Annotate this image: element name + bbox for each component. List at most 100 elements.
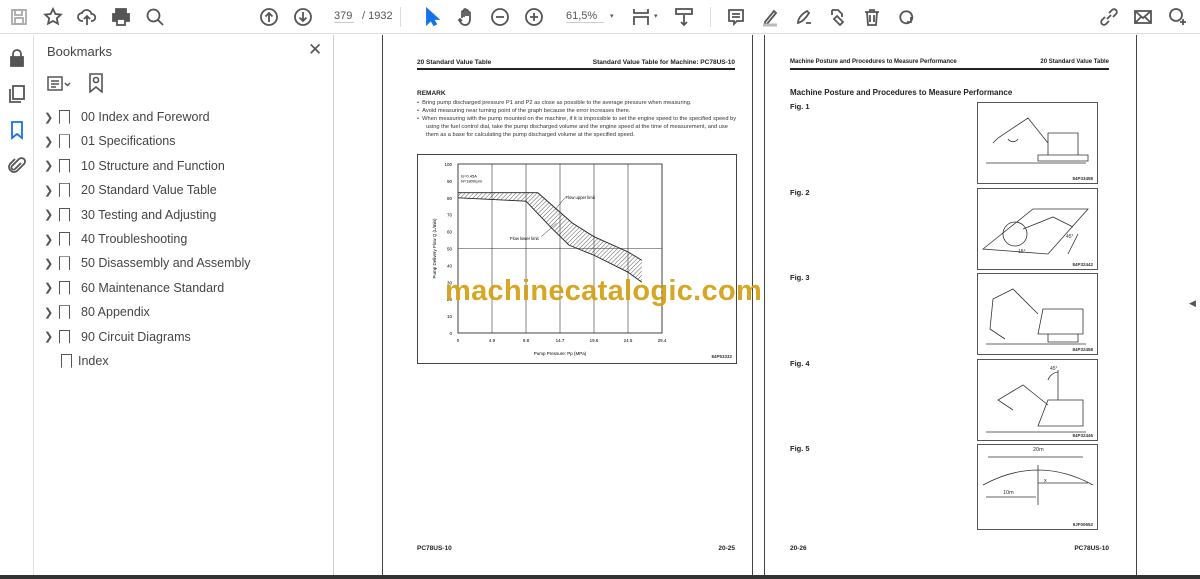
- figure-image: 45° 15° 84P32442: [977, 187, 1098, 270]
- figure-label: Fig. 3: [790, 273, 810, 282]
- y-tick-label: 60: [447, 230, 453, 235]
- x-tick-label: 19.6: [590, 338, 599, 343]
- dimension-label: 10m: [1003, 490, 1014, 496]
- remark-list: • Bring pump discharged pressure P1 and …: [417, 100, 737, 138]
- bookmark-item[interactable]: ❯ 20 Standard Value Table: [34, 179, 324, 201]
- bookmark-label: 80 Appendix: [81, 305, 150, 320]
- hand-icon[interactable]: [455, 6, 477, 28]
- bookmark-item[interactable]: ❯ 80 Appendix: [34, 301, 324, 323]
- page-header-right: Standard Value Table for Machine: PC78US…: [592, 59, 735, 66]
- select-cursor-icon[interactable]: [421, 6, 443, 28]
- bookmark-item[interactable]: ❯ 90 Circuit Diagrams: [34, 326, 324, 348]
- options-menu-icon[interactable]: [47, 76, 71, 92]
- chevron-right-icon[interactable]: ❯: [44, 306, 53, 319]
- page-number-input[interactable]: 379: [334, 10, 354, 23]
- y-tick-label: 80: [447, 196, 453, 201]
- zoom-dropdown-icon[interactable]: ▾: [610, 12, 614, 20]
- header-rule: [790, 68, 1109, 70]
- y-tick-label: 10: [447, 314, 453, 319]
- page-down-icon[interactable]: [292, 6, 314, 28]
- chevron-right-icon[interactable]: ❯: [44, 330, 53, 343]
- zoom-in-icon[interactable]: [523, 6, 545, 28]
- add-bookmark-icon[interactable]: [87, 73, 105, 94]
- chevron-right-icon[interactable]: ❯: [44, 208, 53, 221]
- bookmarks-panel: Bookmarks ✕ ❯ 00 Index and Foreword ❯ 01 Sp…: [34, 35, 334, 579]
- bookmark-item[interactable]: ❯ 01 Specifications: [34, 130, 324, 152]
- bookmark-label: 50 Disassembly and Assembly: [81, 256, 251, 271]
- machine-sketch: [981, 208, 1089, 254]
- expand-right-panel-arrow[interactable]: ◀: [1189, 298, 1196, 309]
- remark-item: Avoid measuring near turning point of th…: [422, 108, 631, 114]
- chevron-right-icon[interactable]: ❯: [44, 184, 53, 197]
- figure-image: 84P32458: [977, 273, 1098, 355]
- zoom-out-icon[interactable]: [489, 6, 511, 28]
- comment-icon[interactable]: [725, 6, 747, 28]
- figure-code: 84P32442: [1072, 261, 1093, 267]
- page-thumbnails-icon[interactable]: [7, 84, 27, 104]
- paperclip-icon[interactable]: [7, 156, 27, 176]
- page-footer-left: PC78US-10: [417, 545, 452, 552]
- bookmark-item[interactable]: ❯ 40 Troubleshooting: [34, 228, 324, 250]
- panel-title: Bookmarks: [47, 44, 113, 59]
- bookmark-item[interactable]: ❯ 60 Maintenance Standard: [34, 277, 324, 299]
- watermark: machinecatalogic.com: [445, 275, 763, 307]
- chevron-right-icon[interactable]: ❯: [44, 111, 53, 124]
- y-tick-label: 0: [449, 331, 452, 336]
- remark-title: REMARK: [417, 90, 446, 97]
- x-tick-label: 24.5: [624, 338, 633, 343]
- star-icon[interactable]: [42, 6, 64, 28]
- chevron-right-icon[interactable]: ❯: [44, 135, 53, 148]
- lock-icon[interactable]: [7, 48, 27, 68]
- header-rule: [417, 68, 735, 70]
- bookmark-icon[interactable]: [7, 120, 27, 140]
- remark-item: When measuring with the pump mounted on …: [422, 116, 737, 138]
- bookmark-icon: [59, 158, 70, 173]
- x-tick-label: 4.9: [489, 338, 496, 343]
- highlight-icon[interactable]: [759, 6, 781, 28]
- bookmark-item[interactable]: ❯ 10 Structure and Function: [34, 155, 324, 177]
- mail-icon[interactable]: [1132, 6, 1154, 28]
- scroll-mode-icon[interactable]: [673, 6, 695, 28]
- bookmark-label: 20 Standard Value Table: [81, 183, 217, 198]
- page-20-26: Machine Posture and Procedures to Measur…: [764, 35, 1137, 575]
- sign-icon[interactable]: [793, 6, 815, 28]
- delete-icon[interactable]: [861, 6, 883, 28]
- left-rail: [0, 35, 34, 579]
- bookmark-label: 90 Circuit Diagrams: [81, 329, 191, 344]
- x-tick-label: 14.7: [556, 338, 565, 343]
- close-icon[interactable]: ✕: [308, 40, 322, 60]
- chevron-right-icon[interactable]: ❯: [44, 233, 53, 246]
- fit-page-icon[interactable]: [630, 6, 652, 28]
- chevron-right-icon[interactable]: ❯: [44, 281, 53, 294]
- bookmark-icon: [61, 354, 72, 368]
- lower-limit-label: Flow lower limit: [510, 236, 539, 241]
- bookmark-label: 40 Troubleshooting: [81, 232, 188, 246]
- machine-sketch: [986, 117, 1089, 164]
- page-up-icon[interactable]: [258, 6, 280, 28]
- tolerance-band: [458, 192, 642, 283]
- chevron-right-icon[interactable]: ❯: [44, 257, 53, 270]
- bookmark-item[interactable]: ❯ 30 Testing and Adjusting: [34, 204, 324, 226]
- rotate-icon[interactable]: [895, 6, 917, 28]
- x-axis-label: Pump Pressure: Pp (MPa): [534, 351, 587, 356]
- save-icon[interactable]: [8, 6, 30, 28]
- zoom-level-select[interactable]: 61,5%: [566, 10, 604, 23]
- bookmark-item[interactable]: ❯ 50 Disassembly and Assembly: [34, 252, 324, 274]
- bookmark-item[interactable]: Index: [34, 350, 324, 372]
- add-user-icon[interactable]: [1166, 6, 1188, 28]
- figure-label: Fig. 1: [790, 102, 810, 111]
- share-icon[interactable]: [827, 6, 849, 28]
- link-icon[interactable]: [1098, 6, 1120, 28]
- bookmark-label: 00 Index and Foreword: [81, 110, 210, 124]
- chevron-right-icon[interactable]: ❯: [44, 159, 53, 172]
- bookmark-icon: [59, 329, 70, 344]
- fit-dropdown-icon[interactable]: ▾: [654, 12, 658, 20]
- divider: [400, 7, 401, 27]
- cloud-upload-icon[interactable]: [76, 6, 98, 28]
- divider: [710, 7, 711, 27]
- angle-label: 45°: [1050, 365, 1058, 372]
- figure-code: 84P33458: [1072, 176, 1093, 181]
- print-icon[interactable]: [110, 6, 132, 28]
- search-icon[interactable]: [144, 6, 166, 28]
- bookmark-item[interactable]: ❯ 00 Index and Foreword: [34, 106, 324, 128]
